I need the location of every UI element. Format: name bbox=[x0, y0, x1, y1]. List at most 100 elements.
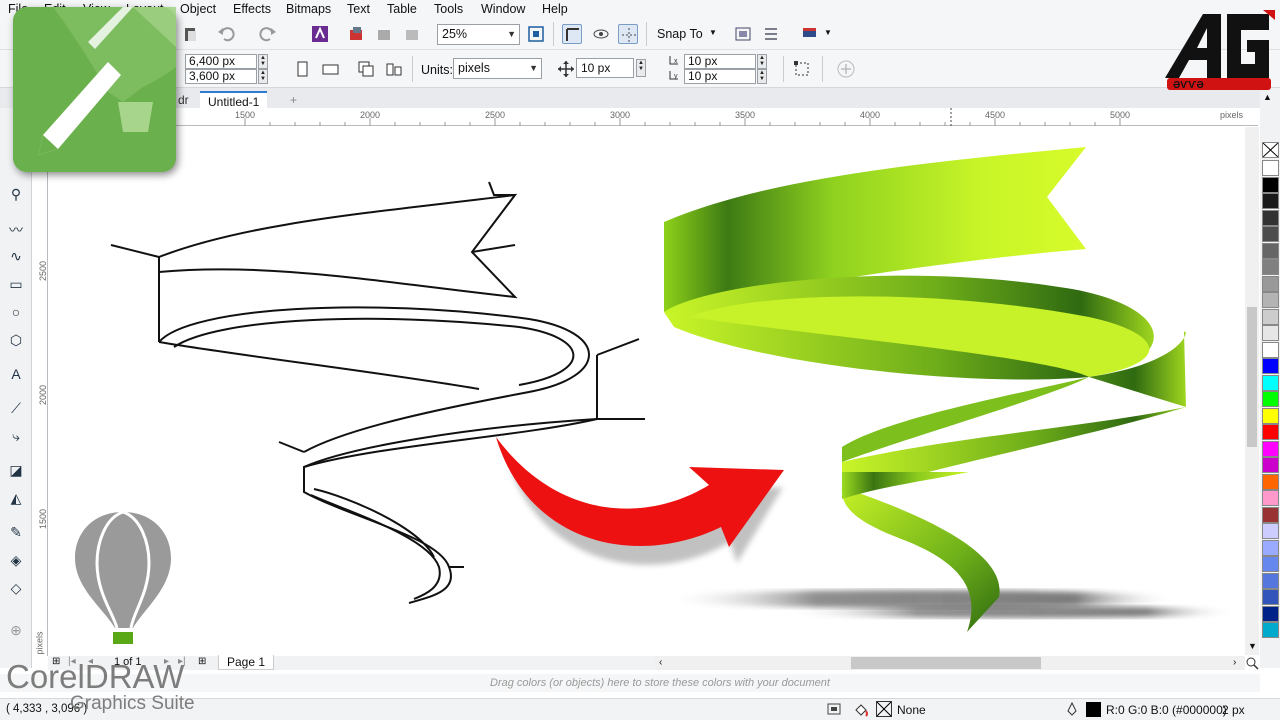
add-tab-icon[interactable]: + bbox=[282, 91, 305, 108]
units-select[interactable]: pixels ▼ bbox=[453, 58, 542, 79]
vertical-scroll-thumb[interactable] bbox=[1247, 307, 1257, 447]
color-swatch[interactable] bbox=[1262, 622, 1279, 638]
all-pages-icon[interactable] bbox=[356, 59, 376, 79]
menu-window[interactable]: Window bbox=[481, 2, 525, 16]
portrait-icon[interactable] bbox=[292, 59, 312, 79]
import-icon[interactable] bbox=[346, 24, 366, 44]
outline-color-swatch[interactable] bbox=[1086, 702, 1101, 717]
drawing-canvas[interactable] bbox=[49, 127, 1245, 655]
smart-fill-icon[interactable]: ◇ bbox=[6, 580, 26, 600]
page-tab-page-1[interactable]: Page 1 bbox=[218, 655, 275, 670]
color-swatch[interactable] bbox=[1262, 176, 1279, 193]
current-page-icon[interactable] bbox=[384, 59, 404, 79]
paste-icon[interactable] bbox=[180, 24, 200, 44]
color-swatch[interactable] bbox=[1262, 440, 1279, 457]
color-swatch[interactable] bbox=[1262, 572, 1279, 589]
zoom-navigator-icon[interactable] bbox=[1245, 656, 1259, 670]
document-color-settings-icon[interactable] bbox=[826, 701, 842, 717]
color-swatch[interactable] bbox=[1262, 589, 1279, 605]
color-swatch[interactable] bbox=[1262, 341, 1279, 358]
horizontal-scroll-thumb[interactable] bbox=[851, 657, 1041, 669]
menu-table[interactable]: Table bbox=[387, 2, 417, 16]
color-swatch[interactable] bbox=[1262, 325, 1279, 341]
options-icon[interactable] bbox=[733, 24, 753, 44]
transparency-icon[interactable]: ◭ bbox=[6, 490, 26, 510]
color-swatch[interactable] bbox=[1262, 193, 1279, 209]
text-tool-icon[interactable]: A bbox=[6, 366, 26, 386]
color-swatch[interactable] bbox=[1262, 226, 1279, 242]
parallel-dimension-icon[interactable]: ⟋ bbox=[6, 400, 26, 420]
undo-icon[interactable] bbox=[216, 24, 236, 44]
add-page-after-icon[interactable]: ⊞ bbox=[198, 656, 206, 667]
zoom-level-select[interactable]: 25% ▼ bbox=[437, 24, 520, 45]
color-swatch[interactable] bbox=[1262, 209, 1279, 226]
show-guidelines-icon[interactable] bbox=[618, 24, 638, 44]
color-swatch[interactable] bbox=[1262, 506, 1279, 523]
color-swatch[interactable] bbox=[1262, 391, 1279, 407]
color-swatch[interactable] bbox=[1262, 259, 1279, 275]
tab-untitled-1[interactable]: Untitled-1 bbox=[200, 91, 268, 109]
freehand-tool-icon[interactable]: 〰 bbox=[6, 220, 26, 240]
no-fill-swatch[interactable] bbox=[876, 701, 892, 717]
duplicate-x-spinner[interactable]: ▲ ▼ bbox=[757, 54, 767, 69]
page-width-spinner[interactable]: ▲ ▼ bbox=[258, 54, 268, 69]
publish-pdf-icon[interactable] bbox=[402, 24, 422, 44]
duplicate-y-field[interactable]: 10 px bbox=[684, 69, 756, 84]
menu-tools[interactable]: Tools bbox=[434, 2, 463, 16]
rectangle-tool-icon[interactable]: ▭ bbox=[6, 276, 26, 296]
duplicate-x-field[interactable]: 10 px bbox=[684, 54, 756, 69]
launch-app-icon[interactable] bbox=[310, 24, 330, 44]
application-launcher-icon[interactable] bbox=[761, 24, 781, 44]
color-swatch[interactable] bbox=[1262, 605, 1279, 622]
redo-icon[interactable] bbox=[258, 24, 278, 44]
chevron-left-icon[interactable]: ‹ bbox=[659, 657, 662, 668]
page-height-spinner[interactable]: ▲ ▼ bbox=[258, 69, 268, 84]
color-swatch[interactable] bbox=[1262, 275, 1279, 292]
treat-as-filled-icon[interactable] bbox=[792, 59, 812, 79]
connector-tool-icon[interactable]: ⤷ bbox=[6, 428, 26, 448]
zoom-tool-icon[interactable]: ⚲ bbox=[6, 186, 26, 206]
menu-text[interactable]: Text bbox=[347, 2, 370, 16]
color-swatch[interactable] bbox=[1262, 160, 1279, 176]
menu-help[interactable]: Help bbox=[542, 2, 568, 16]
page-width-field[interactable]: 6,400 px bbox=[185, 54, 257, 69]
color-swatch[interactable] bbox=[1262, 242, 1279, 259]
color-swatch[interactable] bbox=[1262, 358, 1279, 374]
no-color-swatch[interactable] bbox=[1262, 142, 1279, 158]
artistic-media-icon[interactable]: ∿ bbox=[6, 248, 26, 268]
color-swatch[interactable] bbox=[1262, 473, 1279, 490]
color-swatch[interactable] bbox=[1262, 308, 1279, 325]
welcome-screen-icon[interactable] bbox=[800, 24, 820, 44]
landscape-icon[interactable] bbox=[320, 59, 340, 79]
add-tool-icon[interactable]: ⊕ bbox=[6, 622, 26, 642]
chevron-right-icon[interactable]: › bbox=[1233, 657, 1236, 668]
drop-shadow-icon[interactable]: ◪ bbox=[6, 462, 26, 482]
show-grid-icon[interactable] bbox=[591, 24, 611, 44]
color-swatch[interactable] bbox=[1262, 292, 1279, 308]
nudge-spinner[interactable]: ▲ ▼ bbox=[636, 59, 646, 77]
color-swatch[interactable] bbox=[1262, 556, 1279, 572]
page-height-field[interactable]: 3,600 px bbox=[185, 69, 257, 84]
vertical-scrollbar[interactable]: ▼ bbox=[1245, 127, 1259, 655]
full-screen-preview-icon[interactable] bbox=[526, 24, 546, 44]
eyedropper-icon[interactable]: ✎ bbox=[6, 524, 26, 544]
polygon-tool-icon[interactable]: ⬡ bbox=[6, 332, 26, 352]
show-rulers-icon[interactable] bbox=[562, 24, 582, 44]
export-icon[interactable] bbox=[374, 24, 394, 44]
menu-object[interactable]: Object bbox=[180, 2, 216, 16]
menu-effects[interactable]: Effects bbox=[233, 2, 271, 16]
snap-to-button[interactable]: Snap To bbox=[657, 27, 703, 41]
color-swatch[interactable] bbox=[1262, 374, 1279, 391]
color-swatch[interactable] bbox=[1262, 424, 1279, 440]
nudge-distance-field[interactable]: 10 px bbox=[576, 58, 634, 78]
interactive-fill-icon[interactable]: ◈ bbox=[6, 552, 26, 572]
add-toolbar-item-icon[interactable] bbox=[836, 59, 856, 79]
color-swatch[interactable] bbox=[1262, 457, 1279, 473]
color-swatch[interactable] bbox=[1262, 523, 1279, 539]
menu-bitmaps[interactable]: Bitmaps bbox=[286, 2, 331, 16]
color-swatch[interactable] bbox=[1262, 490, 1279, 506]
color-swatch[interactable] bbox=[1262, 407, 1279, 424]
chevron-down-icon[interactable]: ▼ bbox=[1248, 641, 1257, 651]
document-palette[interactable]: Drag colors (or objects) here to store t… bbox=[0, 674, 1260, 692]
horizontal-scrollbar[interactable]: ‹ › bbox=[655, 656, 1245, 670]
